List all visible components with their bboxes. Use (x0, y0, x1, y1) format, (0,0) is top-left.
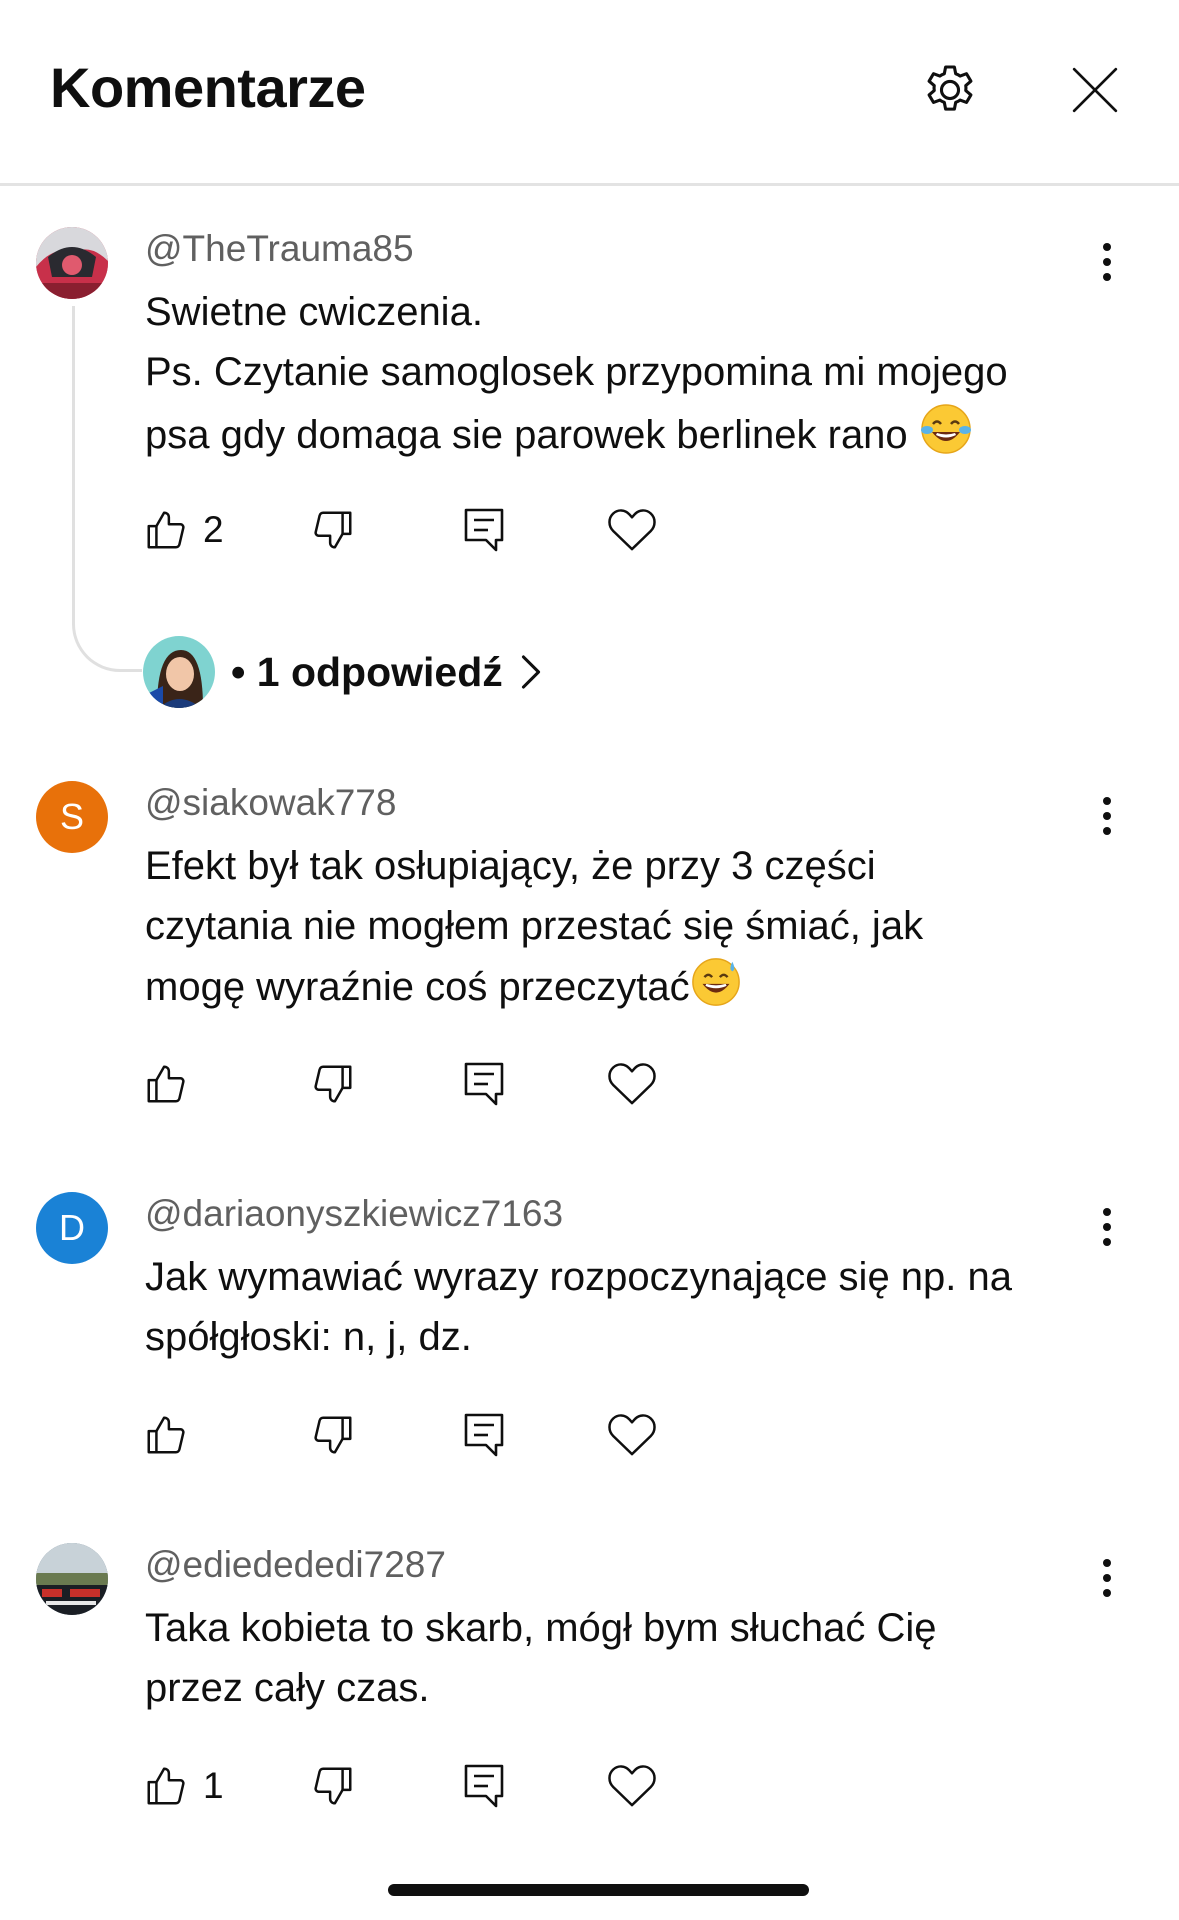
replies-count-label: • 1 odpowiedź (231, 648, 503, 695)
thumbs-up-icon (147, 1065, 185, 1103)
settings-button[interactable] (910, 50, 990, 130)
thumbs-up-icon (147, 511, 185, 549)
heart-button[interactable] (607, 1054, 657, 1114)
avatar[interactable] (36, 1543, 108, 1615)
dislike-button[interactable] (310, 1405, 356, 1465)
comment-author[interactable]: @TheTrauma85 (145, 228, 414, 270)
heart-icon (608, 1765, 656, 1807)
comment-text-line: Ps. Czytanie samoglosek przypomina mi mo… (145, 350, 1008, 394)
like-button[interactable]: 1 (143, 1756, 224, 1816)
comment-text-line: spółgłoski: n, j, dz. (145, 1315, 472, 1359)
tears-of-joy-emoji-icon (920, 404, 971, 454)
thumbs-down-icon (314, 1065, 352, 1103)
thumbs-down-icon (314, 511, 352, 549)
comment-text: Efekt był tak osłupiający, że przy 3 czę… (145, 836, 1105, 1017)
avatar-letter: D (59, 1207, 85, 1248)
heart-button[interactable] (607, 1405, 657, 1465)
heart-icon (608, 509, 656, 551)
reply-button[interactable] (462, 1756, 506, 1816)
thumbs-up-icon (147, 1416, 185, 1454)
reply-author-avatar (143, 636, 215, 708)
avatar-image (143, 636, 215, 708)
dislike-button[interactable] (310, 1054, 356, 1114)
comment-text-line: Taka kobieta to skarb, mógł bym słuchać … (145, 1606, 937, 1650)
comment-author[interactable]: @ediedededi7287 (145, 1544, 446, 1586)
like-button[interactable] (143, 1405, 203, 1465)
more-vert-icon (1103, 1559, 1111, 1597)
comment-actions: 1 (0, 1756, 1179, 1816)
page-title: Komentarze (50, 56, 366, 119)
view-replies-button[interactable]: • 1 odpowiedź (143, 635, 541, 709)
comment-text: Taka kobieta to skarb, mógł bym słuchać … (145, 1598, 1105, 1718)
like-button[interactable] (143, 1054, 203, 1114)
avatar-image (36, 1543, 108, 1615)
reply-comment-icon (464, 1062, 504, 1106)
comment-text-line: Jak wymawiać wyrazy rozpoczynające się n… (145, 1255, 1013, 1299)
avatar-letter: S (59, 796, 84, 837)
comments-header: Komentarze (0, 0, 1179, 186)
heart-icon (608, 1414, 656, 1456)
more-vert-icon (1103, 243, 1111, 281)
thumbs-down-icon (314, 1416, 352, 1454)
close-button[interactable] (1055, 50, 1135, 130)
comment-text: Jak wymawiać wyrazy rozpoczynające się n… (145, 1247, 1105, 1367)
comment-text-line: psa gdy domaga sie parowek berlinek rano (145, 413, 919, 457)
chevron-right-icon (521, 655, 540, 689)
reply-comment-icon (464, 508, 504, 552)
more-options-button[interactable] (1085, 232, 1129, 292)
comment-author[interactable]: @siakowak778 (145, 782, 396, 824)
heart-icon (608, 1063, 656, 1105)
comment-text-line: czytania nie mogłem przestać się śmiać, … (145, 904, 924, 948)
heart-button[interactable] (607, 500, 657, 560)
reply-button[interactable] (462, 1054, 506, 1114)
avatar[interactable]: D (36, 1192, 108, 1264)
grinning-sweat-emoji-icon (691, 958, 740, 1006)
like-count: 2 (203, 509, 224, 550)
thumbs-down-icon (314, 1767, 352, 1805)
comment-text-line: mogę wyraźnie coś przeczytać (145, 965, 690, 1009)
comment-actions (0, 1405, 1179, 1465)
dislike-button[interactable] (310, 500, 356, 560)
like-count: 1 (203, 1765, 224, 1806)
thumbs-up-icon (147, 1767, 185, 1805)
comments-panel: Komentarze @TheTrauma85 Swietne cwiczeni… (0, 0, 1179, 1920)
avatar[interactable] (36, 227, 108, 299)
home-indicator[interactable] (388, 1884, 809, 1896)
avatar[interactable]: S (36, 781, 108, 853)
more-options-button[interactable] (1085, 786, 1129, 846)
more-options-button[interactable] (1085, 1548, 1129, 1608)
comment-actions: 2 (0, 500, 1179, 560)
comment-text-line: przez cały czas. (145, 1666, 430, 1710)
like-button[interactable]: 2 (143, 500, 224, 560)
thread-connector (72, 306, 142, 672)
comment-text: Swietne cwiczenia. Ps. Czytanie samoglos… (145, 282, 1105, 465)
reply-button[interactable] (462, 1405, 506, 1465)
more-vert-icon (1103, 1208, 1111, 1246)
comment-text-line: Swietne cwiczenia. (145, 290, 483, 334)
comment-actions (0, 1054, 1179, 1114)
dislike-button[interactable] (310, 1756, 356, 1816)
close-icon (1072, 67, 1118, 113)
reply-button[interactable] (462, 500, 506, 560)
more-options-button[interactable] (1085, 1197, 1129, 1257)
reply-comment-icon (464, 1413, 504, 1457)
gear-icon (927, 65, 973, 111)
comment-author[interactable]: @dariaonyszkiewicz7163 (145, 1193, 563, 1235)
reply-comment-icon (464, 1764, 504, 1808)
comment-text-line: Efekt był tak osłupiający, że przy 3 czę… (145, 844, 876, 888)
avatar-image (36, 227, 108, 299)
heart-button[interactable] (607, 1756, 657, 1816)
more-vert-icon (1103, 797, 1111, 835)
